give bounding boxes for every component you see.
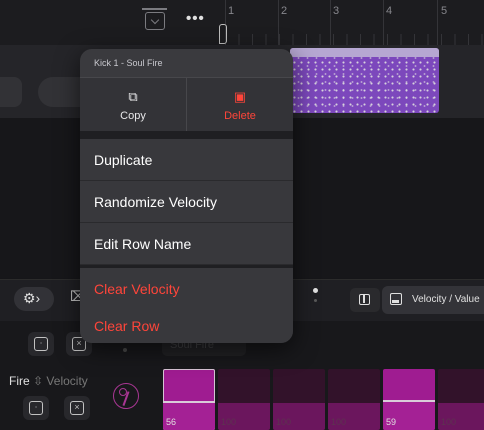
menu-item-label: Edit Row Name <box>94 236 192 252</box>
context-menu: Kick 1 - Soul Fire ⧉ Copy ▣ Delete Dupli… <box>80 49 293 343</box>
menu-title: Kick 1 - Soul Fire <box>94 58 163 68</box>
menu-item-label: Clear Velocity <box>94 281 180 297</box>
menu-item-randomize-velocity[interactable]: Randomize Velocity <box>80 181 293 223</box>
menu-item-clear-velocity[interactable]: Clear Velocity <box>80 268 293 310</box>
menu-separator <box>80 131 293 139</box>
copy-label: Copy <box>120 110 146 122</box>
copy-button[interactable]: ⧉ Copy <box>80 78 187 131</box>
menu-actions: ⧉ Copy ▣ Delete <box>80 77 293 131</box>
menu-item-label: Randomize Velocity <box>94 194 217 210</box>
menu-item-duplicate[interactable]: Duplicate <box>80 139 293 181</box>
menu-item-label: Duplicate <box>94 152 153 168</box>
delete-button[interactable]: ▣ Delete <box>187 78 293 131</box>
menu-item-edit-row-name[interactable]: Edit Row Name <box>80 223 293 265</box>
delete-label: Delete <box>224 110 256 122</box>
menu-header: Kick 1 - Soul Fire <box>80 49 293 77</box>
menu-item-label: Clear Row <box>94 318 160 334</box>
copy-icon: ⧉ <box>128 89 138 104</box>
trash-icon: ▣ <box>233 89 247 104</box>
menu-item-clear-row[interactable]: Clear Row <box>80 305 293 343</box>
